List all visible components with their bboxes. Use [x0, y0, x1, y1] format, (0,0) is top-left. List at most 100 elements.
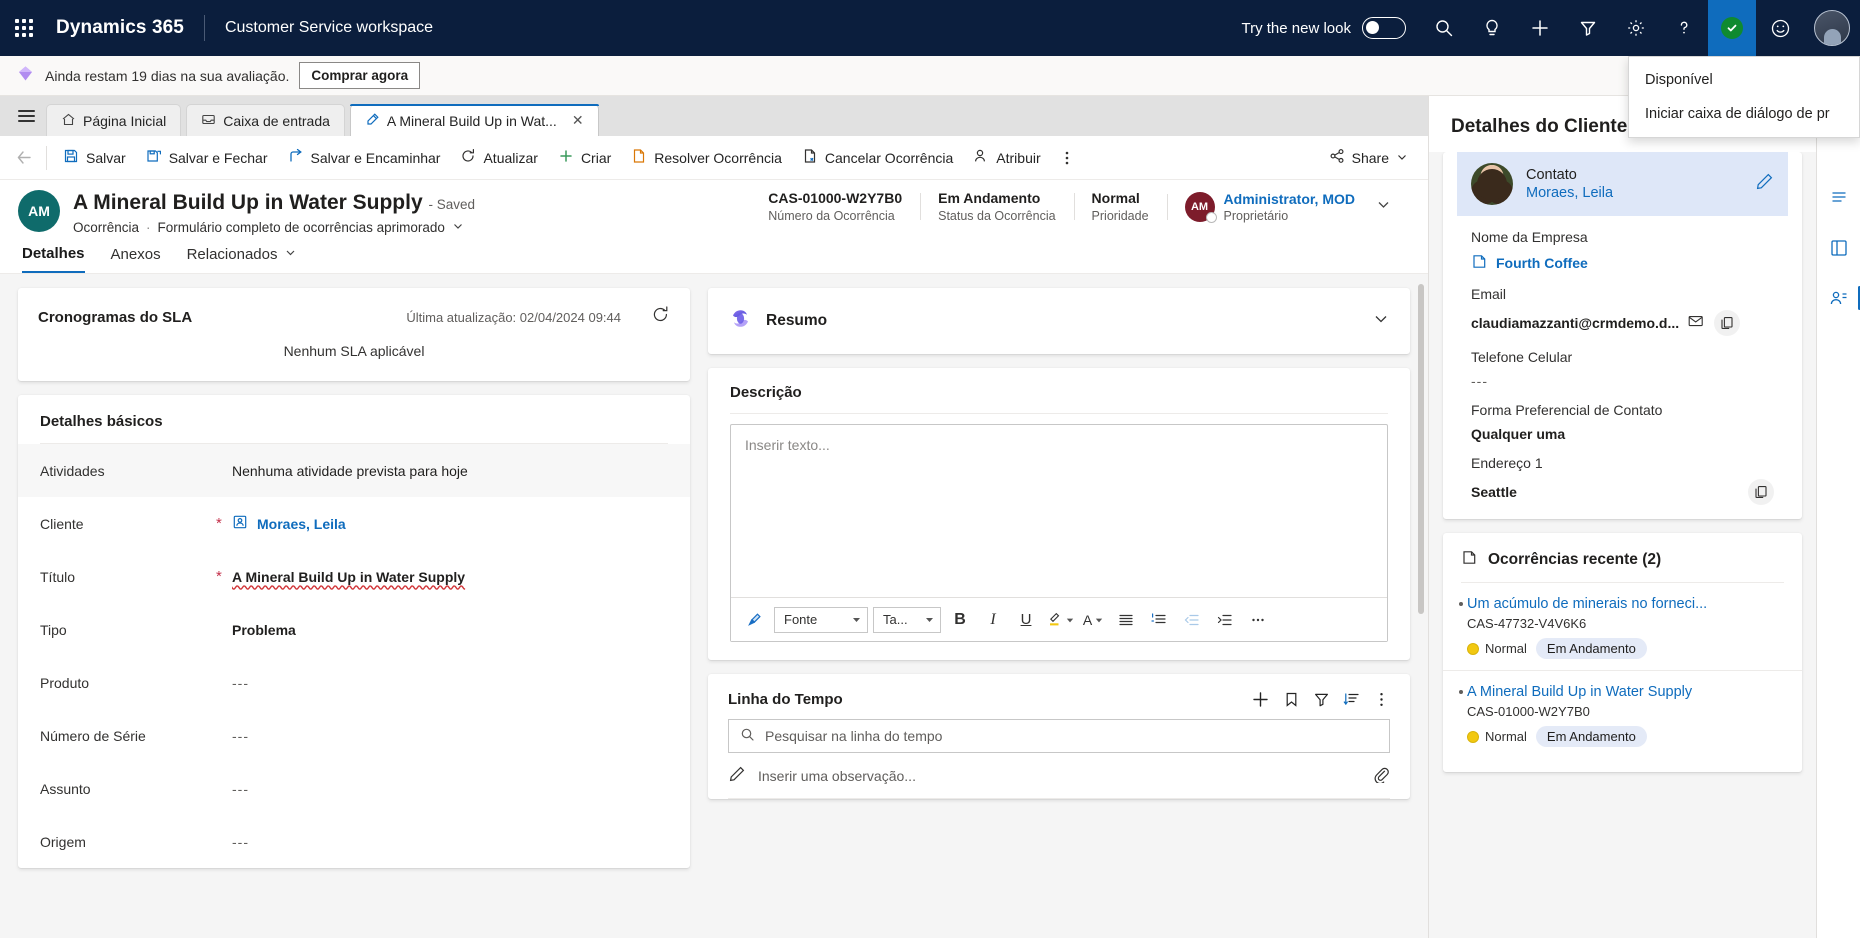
bullet-list-icon[interactable]	[1112, 606, 1140, 634]
knowledge-panel-icon[interactable]	[1823, 232, 1855, 264]
field-row-tipo[interactable]: Tipo Problema	[18, 603, 690, 656]
presence-available-icon[interactable]	[1708, 0, 1756, 56]
copy-icon[interactable]	[1714, 310, 1741, 336]
contact-header[interactable]: Contato Moraes, Leila	[1457, 152, 1788, 216]
field-row-numero-de-serie[interactable]: Número de Série ---	[18, 709, 690, 762]
tab-relacionados[interactable]: Relacionados	[187, 246, 298, 272]
font-family-select[interactable]: Fonte	[774, 606, 868, 633]
case-title-link[interactable]: A Mineral Build Up in Water Supply	[1467, 684, 1735, 700]
header-field-label: Número da Ocorrência	[768, 209, 895, 223]
field-email: Email claudiamazzanti@crmdemo.d...	[1443, 273, 1802, 336]
more-ellipsis-icon[interactable]	[1244, 606, 1272, 634]
presence-dropdown-menu[interactable]: Disponível Iniciar caixa de diálogo de p…	[1628, 56, 1860, 138]
field-value-link[interactable]: Moraes, Leila	[232, 514, 346, 533]
help-icon[interactable]	[1660, 0, 1708, 56]
session-tab-case[interactable]: A Mineral Build Up in Wat... ✕	[349, 104, 599, 136]
contact-name-link[interactable]: Moraes, Leila	[1526, 185, 1613, 201]
hamburger-menu-icon[interactable]	[6, 96, 46, 136]
field-row-titulo[interactable]: Título * A Mineral Build Up in Water Sup…	[18, 550, 690, 603]
lightbulb-icon[interactable]	[1468, 0, 1516, 56]
tab-detalhes[interactable]: Detalhes	[22, 245, 85, 274]
gear-icon[interactable]	[1612, 0, 1660, 56]
plus-icon[interactable]	[1251, 690, 1270, 709]
italic-button[interactable]: I	[979, 606, 1007, 634]
feedback-smiley-icon[interactable]	[1756, 0, 1804, 56]
field-value-text: Fourth Coffee	[1496, 255, 1588, 271]
close-icon[interactable]: ✕	[572, 112, 584, 129]
mail-icon[interactable]	[1687, 312, 1706, 334]
filter-icon[interactable]	[1313, 691, 1330, 708]
case-title-link[interactable]: Um acúmulo de minerais no forneci...	[1467, 596, 1735, 612]
buy-now-button[interactable]: Comprar agora	[299, 62, 421, 89]
notes-panel-icon[interactable]	[1823, 182, 1855, 214]
field-value[interactable]: A Mineral Build Up in Water Supply	[232, 569, 465, 585]
share-button[interactable]: Share	[1319, 142, 1418, 174]
chevron-down-icon[interactable]	[1372, 310, 1390, 333]
plus-icon[interactable]	[1516, 0, 1564, 56]
refresh-icon[interactable]	[651, 305, 670, 329]
format-painter-icon[interactable]	[741, 606, 769, 634]
field-row-assunto[interactable]: Assunto ---	[18, 762, 690, 815]
topnav-right-cluster: Try the new look	[1242, 0, 1860, 56]
search-icon[interactable]	[1420, 0, 1468, 56]
field-value-link[interactable]: Fourth Coffee	[1471, 253, 1774, 273]
copy-icon[interactable]	[1748, 479, 1774, 505]
save-and-close-button[interactable]: Salvar e Fechar	[136, 140, 278, 176]
tab-label: Relacionados	[186, 246, 278, 264]
header-field-case-number: CAS-01000-W2Y7B0 Número da Ocorrência	[750, 190, 920, 223]
list-item[interactable]: A Mineral Build Up in Water Supply CAS-0…	[1443, 670, 1802, 758]
relationship-panel-icon[interactable]	[1823, 282, 1860, 314]
list-item[interactable]: Um acúmulo de minerais no forneci... CAS…	[1443, 583, 1802, 670]
canvas-scrollbar[interactable]	[1418, 284, 1424, 615]
filter-icon[interactable]	[1564, 0, 1612, 56]
more-vertical-icon[interactable]	[1373, 691, 1390, 708]
paperclip-icon[interactable]	[1372, 765, 1390, 786]
avatar	[1471, 163, 1513, 205]
outdent-icon[interactable]	[1178, 606, 1206, 634]
field-label: Endereço 1	[1471, 455, 1543, 471]
field-row-cliente[interactable]: Cliente * Moraes, Leila	[18, 497, 690, 550]
back-arrow-icon[interactable]	[4, 136, 44, 180]
session-tab-inbox[interactable]: Caixa de entrada	[186, 104, 345, 136]
cancel-case-button[interactable]: Cancelar Ocorrência	[792, 140, 963, 176]
header-expand-chevron-down-icon[interactable]	[1355, 196, 1402, 218]
save-button[interactable]: Salvar	[53, 140, 136, 176]
presence-menu-item-status[interactable]: Disponível	[1629, 63, 1859, 97]
form-selector-chevron-down-icon[interactable]	[452, 220, 464, 235]
pencil-icon[interactable]	[1755, 172, 1774, 196]
bold-button[interactable]: B	[946, 606, 974, 634]
font-color-button[interactable]: A	[1079, 606, 1107, 634]
new-look-toggle[interactable]	[1362, 17, 1406, 39]
field-row-produto[interactable]: Produto ---	[18, 656, 690, 709]
save-and-route-button[interactable]: Salvar e Encaminhar	[278, 140, 451, 176]
create-button[interactable]: Criar	[548, 140, 621, 176]
session-tab-home[interactable]: Página Inicial	[46, 104, 182, 136]
highlight-icon[interactable]	[1045, 606, 1074, 634]
basic-details-card: Detalhes básicos Atividades Nenhuma ativ…	[18, 395, 690, 869]
status-badge: Em Andamento	[1535, 726, 1647, 747]
numbered-list-icon[interactable]	[1145, 606, 1173, 634]
user-avatar[interactable]	[1804, 0, 1860, 56]
session-tab-strip: Página Inicial Caixa de entrada A Minera…	[0, 96, 1428, 136]
indent-icon[interactable]	[1211, 606, 1239, 634]
command-overflow-button[interactable]	[1051, 140, 1083, 176]
timeline-search-input[interactable]: Pesquisar na linha do tempo	[728, 719, 1390, 754]
timeline-note-input[interactable]: Inserir uma observação...	[728, 753, 1390, 800]
owner-text-block: Administrator, MOD Proprietário	[1224, 191, 1355, 223]
sort-icon[interactable]	[1343, 691, 1360, 708]
descricao-input[interactable]: Inserir texto...	[731, 425, 1387, 597]
app-launcher-waffle-icon[interactable]	[0, 0, 48, 56]
assign-button[interactable]: Atribuir	[963, 140, 1050, 176]
avatar-image	[1814, 10, 1850, 46]
font-size-select[interactable]: Ta...	[873, 606, 941, 633]
field-row-origem[interactable]: Origem ---	[18, 815, 690, 868]
refresh-button[interactable]: Atualizar	[450, 140, 547, 176]
timeline-actions	[1251, 690, 1390, 709]
header-field-owner[interactable]: AM Administrator, MOD Proprietário	[1166, 191, 1355, 223]
tab-anexos[interactable]: Anexos	[111, 246, 161, 272]
presence-menu-item-start-dialog[interactable]: Iniciar caixa de diálogo de pr	[1629, 97, 1859, 131]
bookmark-icon[interactable]	[1283, 691, 1300, 708]
owner-name[interactable]: Administrator, MOD	[1224, 191, 1355, 207]
underline-button[interactable]: U	[1012, 606, 1040, 634]
resolve-case-button[interactable]: Resolver Ocorrência	[621, 140, 792, 176]
